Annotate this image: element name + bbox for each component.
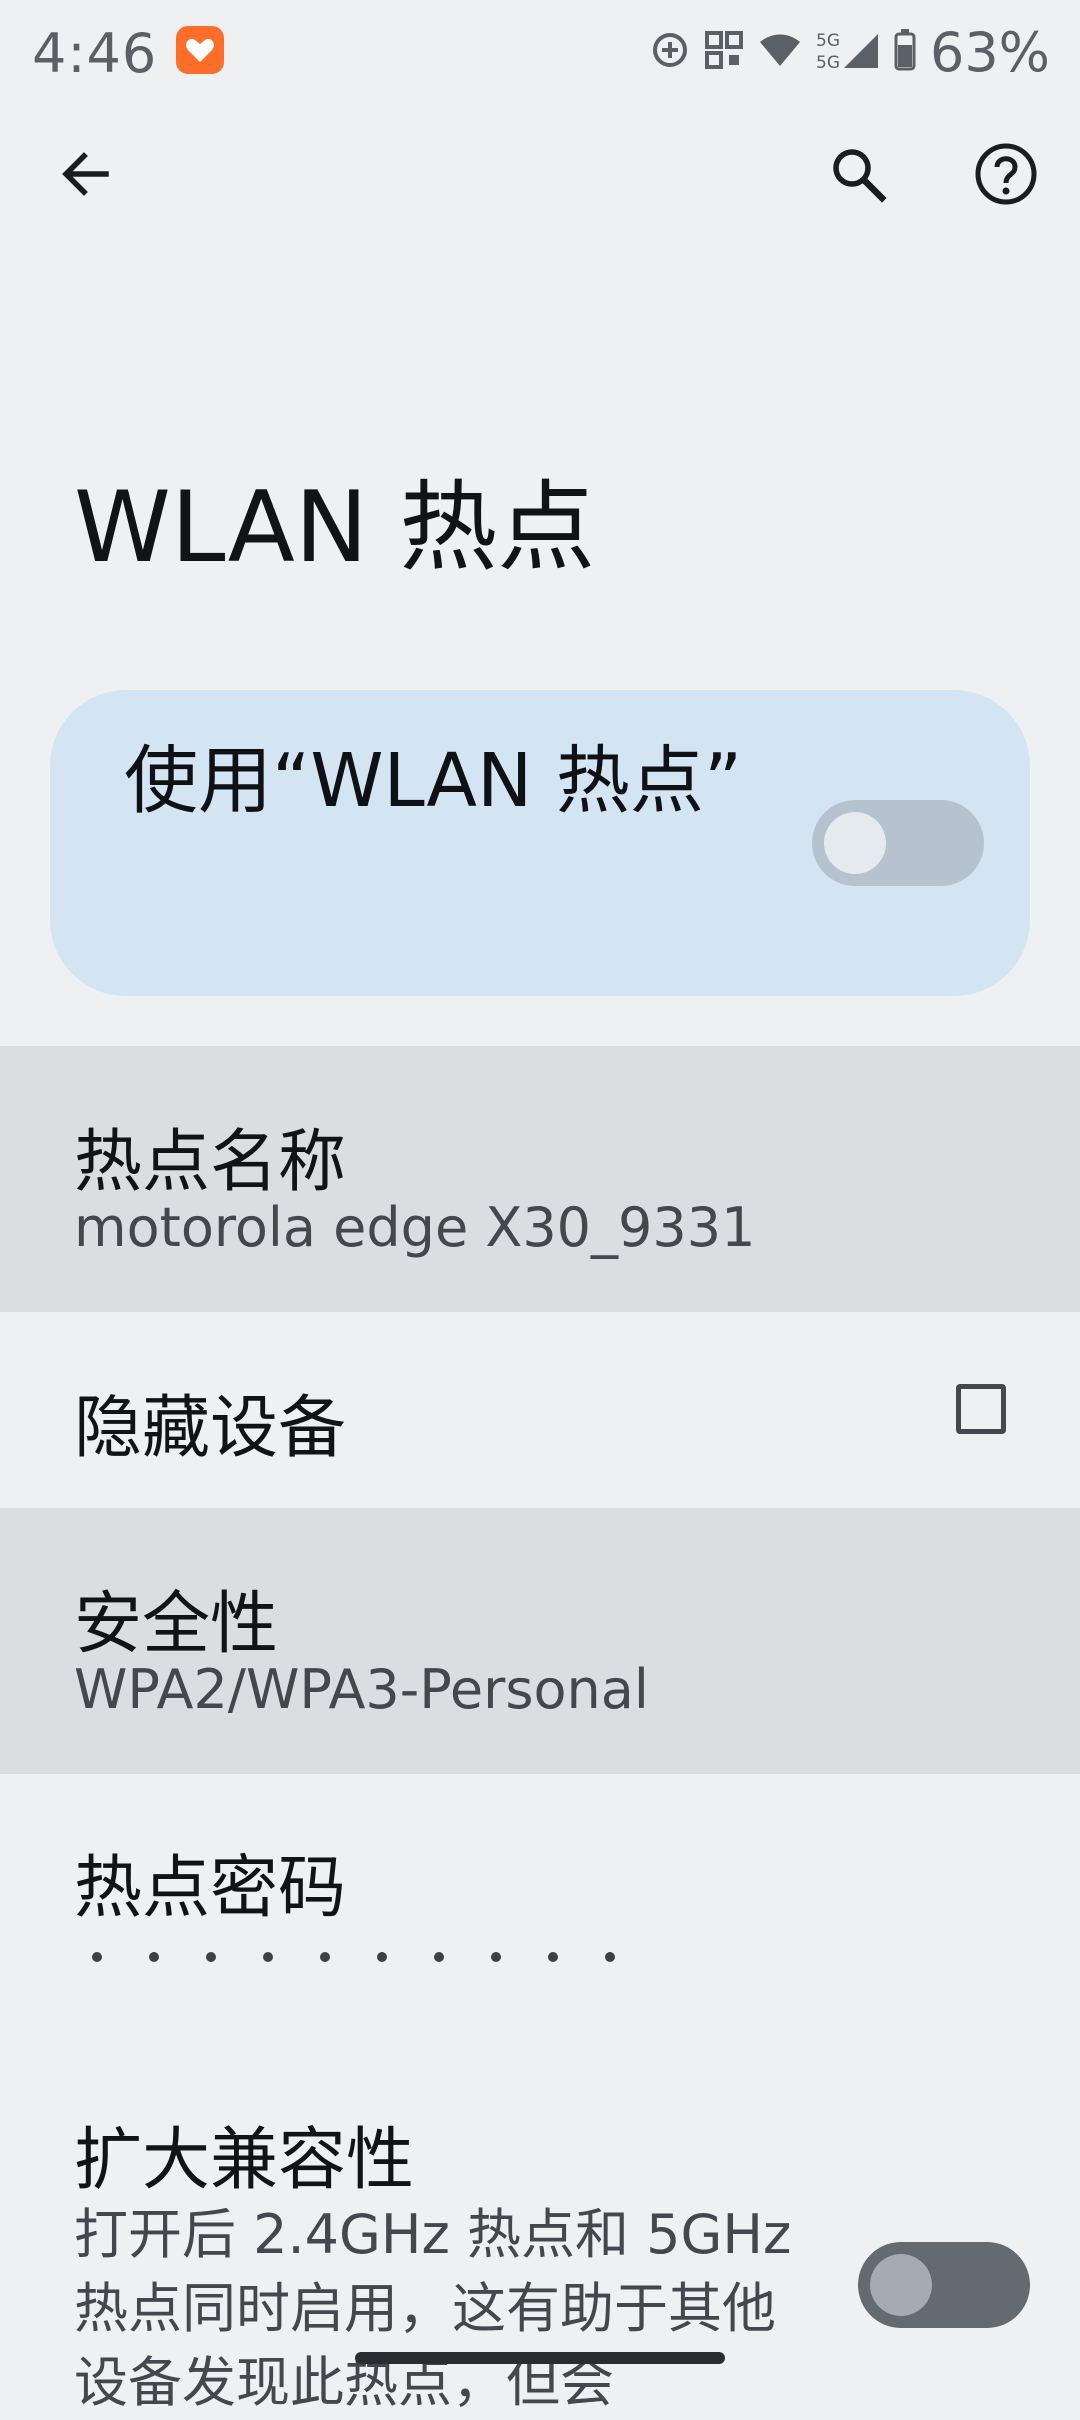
hotspot-toggle-switch[interactable] bbox=[812, 800, 984, 886]
hotspot-name-title: 热点名称 bbox=[74, 1123, 347, 1202]
switch-knob bbox=[824, 812, 886, 874]
hotspot-toggle-label: 使用“WLAN 热点” bbox=[124, 738, 743, 824]
hide-device-title: 隐藏设备 bbox=[74, 1389, 347, 1468]
hotspot-password-row[interactable]: 热点密码 bbox=[0, 1774, 1080, 2014]
data-saver-icon bbox=[650, 30, 690, 74]
arrow-left-icon bbox=[58, 146, 114, 206]
back-button[interactable] bbox=[38, 128, 134, 224]
svg-text:5G: 5G bbox=[816, 31, 840, 51]
wifi-icon bbox=[758, 30, 802, 74]
status-bar: 4:46 5G 5G 63% bbox=[0, 0, 1080, 110]
extend-compatibility-title: 扩大兼容性 bbox=[74, 2121, 415, 2200]
hotspot-master-toggle-card[interactable]: 使用“WLAN 热点” bbox=[50, 690, 1030, 996]
battery-icon bbox=[894, 29, 916, 75]
search-icon bbox=[828, 144, 888, 208]
page-title: WLAN 热点 bbox=[74, 471, 596, 585]
extend-compatibility-switch[interactable] bbox=[858, 2242, 1030, 2328]
hotspot-name-row[interactable]: 热点名称 motorola edge X30_9331 bbox=[0, 1046, 1080, 1312]
cellular-signal-icon: 5G 5G bbox=[816, 28, 880, 76]
switch-knob bbox=[870, 2254, 932, 2316]
security-value: WPA2/WPA3-Personal bbox=[74, 1658, 649, 1721]
extend-compatibility-description: 打开后 2.4GHz 热点和 5GHz 热点同时启用，这有助于其他设备发现此热点… bbox=[74, 2203, 792, 2414]
gesture-nav-handle[interactable] bbox=[355, 2352, 725, 2364]
svg-text:5G: 5G bbox=[816, 53, 840, 72]
battery-percentage: 63% bbox=[929, 20, 1050, 84]
status-time: 4:46 bbox=[32, 22, 158, 85]
security-row[interactable]: 安全性 WPA2/WPA3-Personal bbox=[0, 1508, 1080, 1774]
hotspot-name-value: motorola edge X30_9331 bbox=[74, 1196, 756, 1259]
top-app-bar bbox=[0, 120, 1080, 240]
status-icons: 5G 5G 63% bbox=[650, 20, 1050, 84]
hotspot-password-masked bbox=[92, 1952, 615, 1962]
notification-app-icon bbox=[176, 26, 224, 74]
hide-device-checkbox[interactable] bbox=[956, 1384, 1006, 1434]
help-button[interactable] bbox=[958, 128, 1054, 224]
hotspot-password-title: 热点密码 bbox=[74, 1849, 347, 1928]
qr-code-icon bbox=[704, 30, 744, 74]
search-button[interactable] bbox=[810, 128, 906, 224]
help-circle-icon bbox=[974, 142, 1038, 210]
hide-device-row[interactable]: 隐藏设备 bbox=[0, 1312, 1080, 1508]
security-title: 安全性 bbox=[74, 1585, 279, 1664]
